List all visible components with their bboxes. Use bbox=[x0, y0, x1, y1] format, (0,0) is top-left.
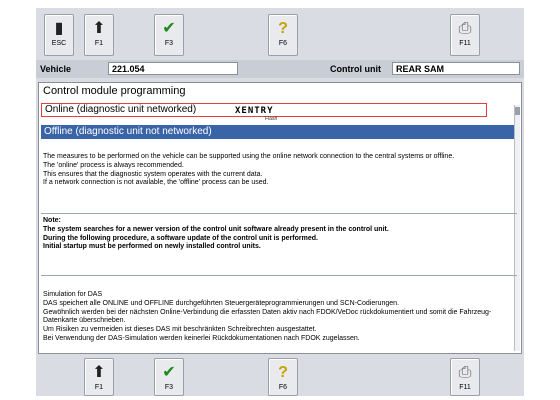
f11-button[interactable]: ⎙ F11 bbox=[450, 14, 480, 56]
panel-title: Control module programming bbox=[43, 85, 186, 97]
programming-panel: Control module programming Online (diagn… bbox=[38, 82, 522, 354]
f6-button[interactable]: ? F6 bbox=[268, 14, 298, 56]
xentry-flash-label: Flash bbox=[265, 116, 278, 122]
scrollbar-thumb[interactable] bbox=[515, 107, 520, 115]
vehicle-info-row: Vehicle 221.054 Control unit REAR SAM bbox=[36, 60, 524, 78]
up-arrow-icon: ⬆ bbox=[92, 364, 106, 381]
f3-button[interactable]: ✔ F3 bbox=[154, 14, 184, 56]
divider bbox=[41, 275, 517, 276]
control-unit-label: Control unit bbox=[330, 64, 381, 74]
check-icon: ✔ bbox=[162, 20, 176, 37]
esc-icon: ▮ bbox=[54, 20, 64, 37]
simulation-text: Simulation for DAS DAS speichert alle ON… bbox=[43, 291, 492, 342]
check-icon: ✔ bbox=[162, 364, 176, 381]
option-offline[interactable]: Offline (diagnostic unit not networked) bbox=[41, 125, 517, 139]
xentry-logo: XENTRY bbox=[235, 106, 274, 116]
printer-icon: ⎙ bbox=[458, 364, 472, 381]
printer-icon: ⎙ bbox=[458, 20, 472, 37]
bottom-toolbar: ⬆ F1 ✔ F3 ? F6 ⎙ F11 bbox=[36, 358, 524, 396]
esc-button[interactable]: ▮ ESC bbox=[44, 14, 74, 56]
up-arrow-icon: ⬆ bbox=[92, 20, 106, 37]
top-toolbar: ▮ ESC ⬆ F1 ✔ F3 ? F6 ⎙ F11 bbox=[36, 8, 524, 56]
control-unit-field: REAR SAM bbox=[392, 62, 520, 75]
vehicle-field: 221.054 bbox=[108, 62, 238, 75]
f1-button[interactable]: ⬆ F1 bbox=[84, 358, 114, 396]
note-text: Note: The system searches for a newer ve… bbox=[43, 217, 389, 251]
divider bbox=[41, 213, 517, 214]
das-window: ▮ ESC ⬆ F1 ✔ F3 ? F6 ⎙ F11 Vehicle 221.0… bbox=[36, 8, 524, 396]
help-icon: ? bbox=[278, 20, 288, 37]
f1-button[interactable]: ⬆ F1 bbox=[84, 14, 114, 56]
help-icon: ? bbox=[278, 364, 288, 381]
f6-button[interactable]: ? F6 bbox=[268, 358, 298, 396]
description-text: The measures to be performed on the vehi… bbox=[43, 153, 455, 187]
f3-button[interactable]: ✔ F3 bbox=[154, 358, 184, 396]
vehicle-label: Vehicle bbox=[40, 64, 72, 74]
f11-button[interactable]: ⎙ F11 bbox=[450, 358, 480, 396]
scrollbar[interactable] bbox=[514, 105, 520, 351]
